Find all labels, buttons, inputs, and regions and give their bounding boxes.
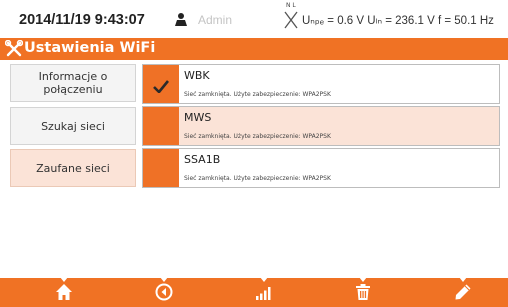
mains-connection-label: N L	[286, 2, 296, 9]
sidebar-item-connection-info[interactable]: Informacje o połączeniu	[10, 64, 136, 102]
user-icon	[174, 11, 188, 26]
status-bar: 2014/11/19 9:43:07 Admin N L Uₙₚₑ = 0.6 …	[0, 0, 508, 38]
datetime: 2014/11/19 9:43:07	[19, 12, 145, 28]
notch	[459, 277, 467, 282]
mains-connection-icon: N L	[283, 3, 299, 31]
network-row[interactable]: SSA1B Sieć zamknięta. Użyte zabezpieczen…	[142, 148, 500, 188]
network-row[interactable]: MWS Sieć zamknięta. Użyte zabezpieczenie…	[142, 106, 500, 146]
network-row[interactable]: WBK Sieć zamknięta. Użyte zabezpieczenie…	[142, 64, 500, 104]
sidebar-item-trusted-networks[interactable]: Zaufane sieci	[10, 149, 136, 187]
row-marker	[143, 149, 179, 187]
row-marker	[143, 107, 179, 145]
back-icon	[155, 283, 173, 305]
network-name: MWS	[184, 111, 212, 124]
signal-icon	[255, 283, 273, 305]
bottom-toolbar	[0, 277, 508, 307]
back-button[interactable]	[152, 283, 176, 305]
network-description: Sieć zamknięta. Użyte zabezpieczenie: WP…	[184, 91, 331, 98]
home-icon	[55, 283, 73, 305]
sidebar-item-label: Zaufane sieci	[36, 161, 110, 175]
notch	[60, 277, 68, 282]
notch	[359, 277, 367, 282]
measurement-readings: Uₙₚₑ = 0.6 V Uₗₙ = 236.1 V f = 50.1 Hz	[302, 15, 494, 27]
user-name: Admin	[198, 13, 233, 27]
row-marker	[143, 65, 179, 103]
sidebar-item-label: Informacje o połączeniu	[38, 70, 108, 96]
network-description: Sieć zamknięta. Użyte zabezpieczenie: WP…	[184, 133, 331, 140]
notch	[260, 277, 268, 282]
network-description: Sieć zamknięta. Użyte zabezpieczenie: WP…	[184, 175, 331, 182]
edit-button[interactable]	[451, 283, 475, 305]
tools-icon	[4, 39, 24, 58]
notch	[160, 277, 168, 282]
trash-icon	[354, 283, 372, 305]
home-button[interactable]	[52, 283, 76, 305]
delete-button[interactable]	[351, 283, 375, 305]
network-name: SSA1B	[184, 153, 221, 166]
page-title: Ustawienia WiFi	[24, 40, 156, 56]
signal-button[interactable]	[252, 283, 276, 305]
title-bar: Ustawienia WiFi	[0, 38, 508, 60]
network-name: WBK	[184, 69, 210, 82]
sidebar-item-label: Szukaj sieci	[41, 119, 105, 133]
check-icon	[153, 78, 170, 94]
edit-icon	[454, 283, 472, 305]
sidebar-item-search-networks[interactable]: Szukaj sieci	[10, 107, 136, 145]
